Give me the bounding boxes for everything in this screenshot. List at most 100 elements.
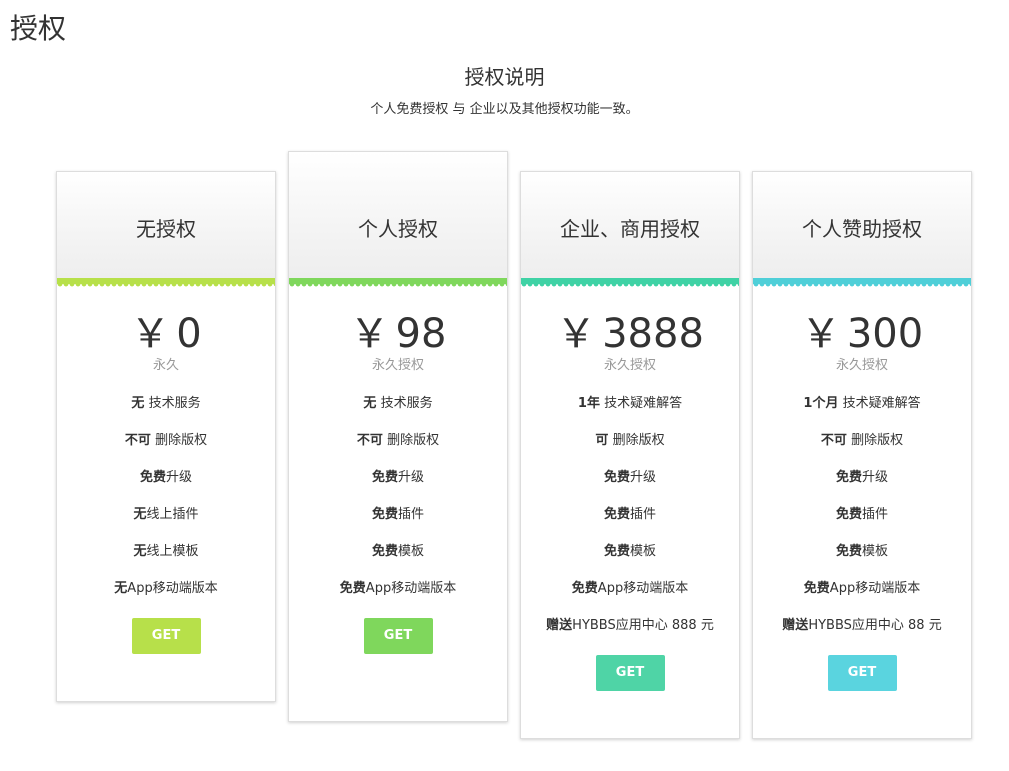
currency-symbol: ￥	[130, 311, 171, 357]
feature-strong: 免费	[803, 581, 830, 596]
plan-body: ￥ 3888 永久授权 1年 技术疑难解答 可 删除版权 免费升级 免费插件 免费…	[521, 310, 739, 691]
feature-text: 技术疑难解答	[838, 396, 921, 411]
plan-price: ￥ 98	[289, 310, 507, 358]
feature-strong: 1年	[577, 396, 600, 411]
feature-strong: 免费	[339, 581, 366, 596]
currency-symbol: ￥	[800, 311, 841, 357]
feature-strong: 无	[133, 507, 147, 522]
feature-text: 技术服务	[144, 396, 201, 411]
get-button-personal[interactable]: GET	[363, 618, 433, 654]
feature-text: HYBBS应用中心 88 元	[808, 618, 942, 633]
feature-strong: 不可	[820, 433, 847, 448]
plan-body: ￥ 98 永久授权 无 技术服务 不可 删除版权 免费升级 免费插件 免费模板 免…	[289, 310, 507, 654]
plan-color-strip	[753, 278, 971, 287]
plan-header: 个人授权	[289, 152, 507, 278]
feature-strong: 无	[133, 544, 147, 559]
plan-card-enterprise: 企业、商用授权 ￥ 3888 永久授权 1年 技术疑难解答 可 删除版权 免费升级…	[520, 171, 740, 739]
feature-text: 删除版权	[382, 433, 440, 448]
feature-text: App移动端版本	[365, 581, 457, 596]
feature-strong: 免费	[603, 507, 630, 522]
price-value: 300	[846, 311, 924, 357]
feature-text: 升级	[166, 470, 193, 485]
feature-strong: 免费	[371, 470, 398, 485]
feature-item: 赠送HYBBS应用中心 88 元	[753, 618, 971, 634]
feature-item: 免费升级	[521, 470, 739, 486]
feature-item: 不可 删除版权	[753, 433, 971, 449]
feature-item: 1个月 技术疑难解答	[753, 396, 971, 412]
plan-card-none: 无授权 ￥ 0 永久 无 技术服务 不可 删除版权 免费升级 无线上插件 无线上模…	[56, 171, 276, 702]
feature-text: 模板	[398, 544, 425, 559]
feature-item: 无 技术服务	[57, 396, 275, 412]
section-title: 授权说明	[464, 65, 545, 89]
feature-item: 免费模板	[753, 544, 971, 560]
feature-strong: 免费	[603, 470, 630, 485]
feature-item: 免费插件	[753, 507, 971, 523]
plan-color-strip	[57, 278, 275, 287]
plan-price: ￥ 3888	[521, 310, 739, 358]
price-note: 永久授权	[603, 358, 656, 373]
feature-item: 赠送HYBBS应用中心 888 元	[521, 618, 739, 634]
plan-title: 个人授权	[358, 216, 438, 241]
feature-text: 技术服务	[376, 396, 433, 411]
feature-item: 免费升级	[57, 470, 275, 486]
plan-header: 个人赞助授权	[753, 172, 971, 278]
plan-card-sponsor: 个人赞助授权 ￥ 300 永久授权 1个月 技术疑难解答 不可 删除版权 免费升级…	[752, 171, 972, 739]
feature-text: 插件	[862, 507, 889, 522]
feature-item: 免费模板	[289, 544, 507, 560]
price-value: 0	[176, 311, 202, 357]
feature-list: 无 技术服务 不可 删除版权 免费升级 免费插件 免费模板 免费App移动端版本	[289, 396, 507, 597]
feature-strong: 无	[131, 396, 145, 411]
feature-text: 升级	[630, 470, 657, 485]
feature-item: 无 技术服务	[289, 396, 507, 412]
feature-text: App移动端版本	[127, 581, 218, 596]
feature-text: 删除版权	[608, 433, 665, 448]
feature-strong: 免费	[835, 544, 862, 559]
feature-item: 无线上模板	[57, 544, 275, 560]
feature-strong: 免费	[603, 544, 630, 559]
currency-symbol: ￥	[349, 311, 390, 357]
feature-item: 无App移动端版本	[57, 581, 275, 597]
feature-strong: 免费	[371, 507, 398, 522]
feature-text: App移动端版本	[829, 581, 921, 596]
page-heading: 授权	[10, 12, 67, 45]
feature-strong: 无	[114, 581, 128, 596]
plan-color-strip	[289, 278, 507, 287]
get-button-sponsor[interactable]: GET	[827, 655, 897, 691]
plan-body: ￥ 300 永久授权 1个月 技术疑难解答 不可 删除版权 免费升级 免费插件 免…	[753, 310, 971, 691]
price-value: 3888	[602, 311, 704, 357]
feature-strong: 不可	[124, 433, 151, 448]
plan-header: 无授权	[57, 172, 275, 278]
feature-strong: 无	[363, 396, 377, 411]
feature-item: 无线上插件	[57, 507, 275, 523]
feature-text: 模板	[630, 544, 657, 559]
feature-item: 免费升级	[753, 470, 971, 486]
feature-text: 模板	[862, 544, 889, 559]
feature-text: 升级	[398, 470, 425, 485]
plan-header: 企业、商用授权	[521, 172, 739, 278]
plan-price: ￥ 0	[57, 310, 275, 358]
feature-item: 免费模板	[521, 544, 739, 560]
feature-text: 插件	[630, 507, 657, 522]
feature-item: 免费App移动端版本	[753, 581, 971, 597]
feature-text: 升级	[862, 470, 889, 485]
plan-title: 企业、商用授权	[560, 216, 700, 241]
feature-strong: 赠送	[782, 618, 809, 633]
feature-list: 1年 技术疑难解答 可 删除版权 免费升级 免费插件 免费模板 免费App移动端…	[521, 396, 739, 634]
section-description: 个人免费授权 与 企业以及其他授权功能一致。	[370, 102, 639, 117]
feature-item: 可 删除版权	[521, 433, 739, 449]
price-value: 98	[395, 311, 447, 357]
feature-list: 无 技术服务 不可 删除版权 免费升级 无线上插件 无线上模板 无App移动端版…	[57, 396, 275, 597]
feature-item: 不可 删除版权	[57, 433, 275, 449]
get-button-none[interactable]: GET	[131, 618, 201, 654]
feature-strong: 免费	[835, 470, 862, 485]
feature-item: 不可 删除版权	[289, 433, 507, 449]
feature-strong: 免费	[139, 470, 166, 485]
feature-text: 线上插件	[146, 507, 199, 522]
feature-list: 1个月 技术疑难解答 不可 删除版权 免费升级 免费插件 免费模板 免费App移…	[753, 396, 971, 634]
feature-strong: 免费	[835, 507, 862, 522]
get-button-enterprise[interactable]: GET	[595, 655, 665, 691]
feature-item: 免费插件	[289, 507, 507, 523]
feature-strong: 免费	[571, 581, 598, 596]
plan-color-strip	[521, 278, 739, 287]
feature-strong: 1个月	[803, 396, 839, 411]
